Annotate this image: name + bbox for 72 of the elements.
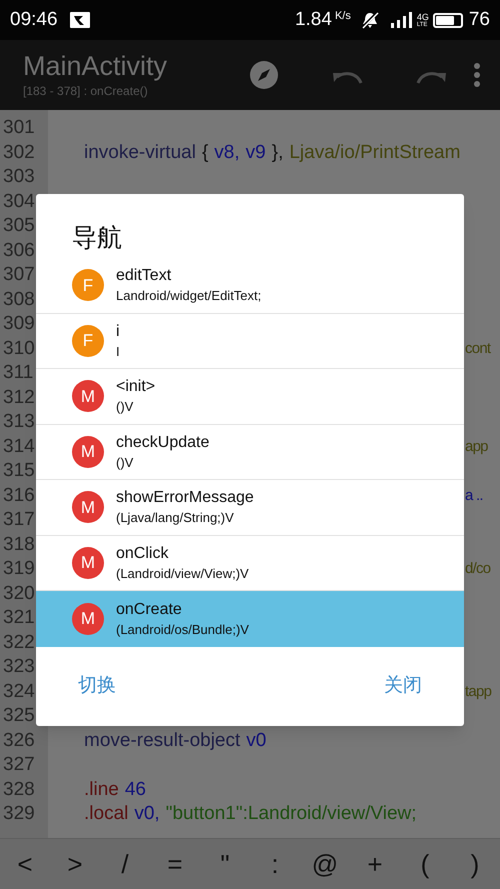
member-signature: Landroid/widget/EditText; xyxy=(116,288,262,304)
navigation-item[interactable]: M showErrorMessage (Ljava/lang/String;)V xyxy=(36,480,464,536)
member-name: editText xyxy=(116,266,172,286)
member-signature: I xyxy=(116,344,120,360)
member-type-badge: F xyxy=(72,324,104,357)
code-token: { xyxy=(202,140,208,164)
code-token: Ljava/io/PrintStream xyxy=(289,140,460,164)
navigation-item[interactable]: F i I xyxy=(36,314,464,369)
code-token: cont xyxy=(465,338,490,358)
member-type-badge: F xyxy=(72,269,104,302)
compass-icon[interactable] xyxy=(249,60,280,90)
battery-percent: 76 xyxy=(468,8,490,32)
member-name: checkUpdate xyxy=(116,432,210,453)
code-token: .line xyxy=(84,778,119,802)
signal-icon xyxy=(388,12,413,28)
code-token: v9 xyxy=(246,140,266,164)
code-token: v0, xyxy=(134,802,160,826)
navigation-item[interactable]: M <init> ()V xyxy=(36,369,464,424)
member-name: showErrorMessage xyxy=(116,488,254,508)
code-token: move-result-object xyxy=(84,728,240,752)
member-name: onCreate xyxy=(116,600,183,620)
symbol-key[interactable]: ( xyxy=(400,839,450,889)
navigation-item[interactable]: M onClick (Landroid/view/View;)V xyxy=(36,536,464,591)
dialog-title: 导航 xyxy=(72,223,122,254)
code-token: v8, xyxy=(214,140,240,164)
navigation-item[interactable]: M checkUpdate ()V xyxy=(36,424,464,480)
network-type: 4G xyxy=(416,12,429,22)
symbol-key[interactable]: ) xyxy=(450,839,500,889)
network-speed: 1.84 xyxy=(294,8,332,32)
member-type-badge: M xyxy=(72,380,104,412)
symbol-key[interactable]: : xyxy=(250,839,300,889)
symbol-key[interactable]: < xyxy=(0,839,50,889)
navigation-item[interactable]: F editText Landroid/widget/EditText; xyxy=(36,258,464,314)
symbol-key[interactable]: / xyxy=(100,839,150,889)
code-token: .local xyxy=(84,802,128,826)
member-signature: (Ljava/lang/String;)V xyxy=(116,510,235,526)
code-token: tapp xyxy=(465,682,492,702)
code-token: a .. xyxy=(465,486,483,506)
member-name: onClick xyxy=(116,544,170,564)
symbol-key[interactable]: = xyxy=(150,839,200,889)
code-token: "button1":Landroid/view/View; xyxy=(166,802,417,826)
symbol-key[interactable]: @ xyxy=(300,839,350,889)
member-name: i xyxy=(116,322,120,342)
code-token: 46 xyxy=(124,778,146,802)
code-token: d/co xyxy=(465,559,490,579)
symbol-key[interactable]: > xyxy=(50,839,100,889)
network-speed-unit: K/s xyxy=(334,9,351,24)
member-name: <init> xyxy=(116,377,156,398)
image-notification-icon xyxy=(70,12,90,28)
member-type-badge: M xyxy=(72,602,104,635)
navigation-item[interactable]: M onCreate (Landroid/os/Bundle;)V xyxy=(36,591,464,646)
member-type-badge: M xyxy=(72,546,104,579)
dialog-button[interactable]: 关闭 xyxy=(374,666,432,706)
symbol-key[interactable]: + xyxy=(350,839,400,889)
member-signature: (Landroid/view/View;)V xyxy=(116,566,249,582)
member-type-badge: M xyxy=(72,491,104,524)
member-signature: ()V xyxy=(116,454,134,471)
status-time: 09:46 xyxy=(10,8,58,32)
member-signature: ()V xyxy=(116,399,134,416)
dialog-button[interactable]: 切换 xyxy=(68,666,126,706)
member-type-badge: M xyxy=(72,436,104,468)
more-options-icon[interactable] xyxy=(474,63,480,87)
battery-icon xyxy=(432,12,463,28)
code-token: app xyxy=(465,436,488,456)
member-signature: (Landroid/os/Bundle;)V xyxy=(116,622,249,638)
activity-title: MainActivity xyxy=(23,50,168,82)
muted-bell-icon xyxy=(360,11,379,29)
code-token: v0 xyxy=(246,728,266,752)
method-range-subtitle: [183 - 378] : onCreate() xyxy=(23,83,149,100)
code-token: invoke-virtual xyxy=(84,140,196,164)
code-token: }, xyxy=(272,140,284,164)
symbol-key[interactable]: " xyxy=(200,839,250,889)
